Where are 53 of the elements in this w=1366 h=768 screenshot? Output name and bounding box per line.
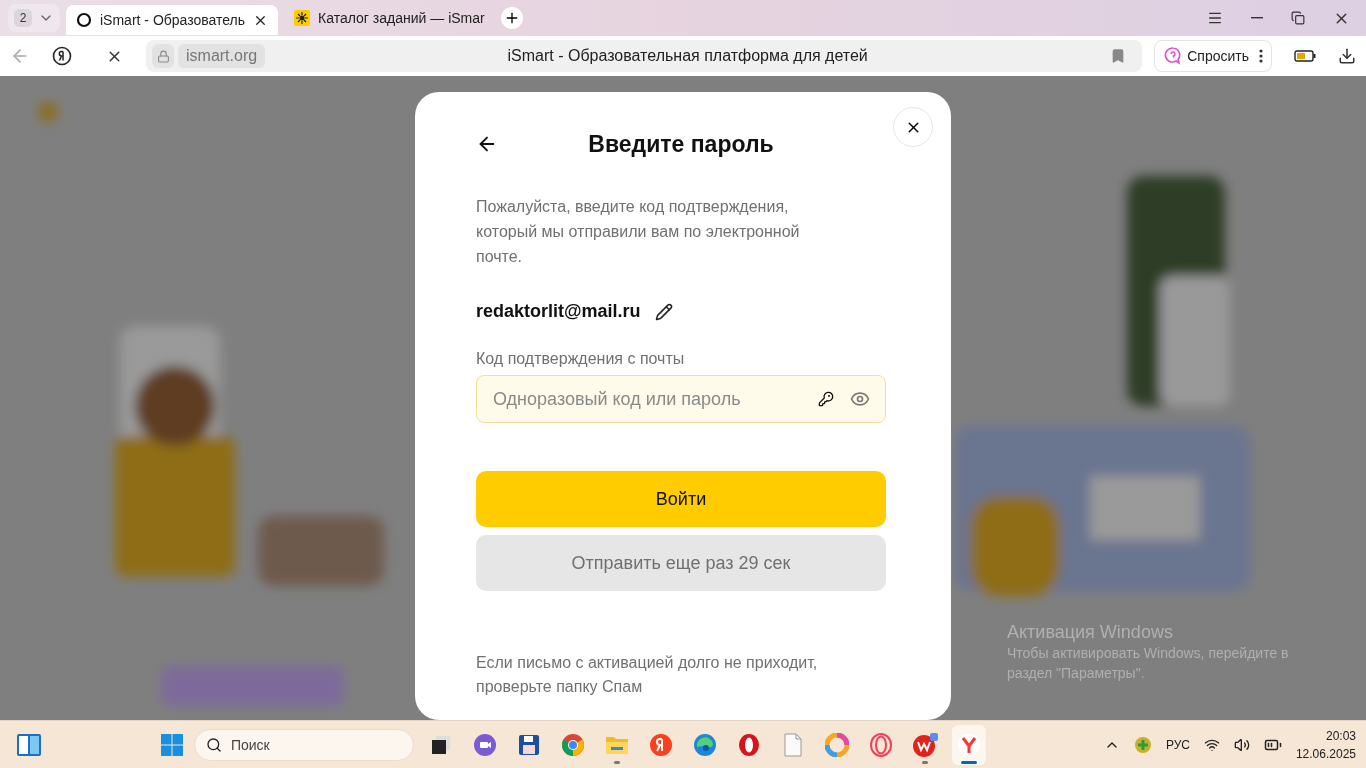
more-icon xyxy=(1259,49,1263,63)
lock-icon xyxy=(152,44,174,68)
yandex-icon xyxy=(648,732,673,757)
restore-button[interactable] xyxy=(1291,11,1305,25)
dialog-description: Пожалуйста, введите код подтверждения, который мы отправили вам по электронной почте. xyxy=(476,197,801,267)
document-icon xyxy=(782,732,803,757)
wps-office-icon xyxy=(911,732,938,757)
new-tab-button[interactable] xyxy=(500,7,523,29)
pencil-icon xyxy=(654,302,673,321)
sun-icon xyxy=(294,10,311,26)
code-field[interactable]: Одноразовый код или пароль xyxy=(476,375,886,423)
field-label: Код подтверждения с почты xyxy=(476,350,686,368)
more-button[interactable] xyxy=(1259,49,1263,63)
chrome-icon xyxy=(560,732,585,757)
menu-button[interactable] xyxy=(1207,10,1223,26)
page-title: iSmart - Образовательная платформа для детей xyxy=(506,47,869,65)
restore-icon xyxy=(1291,11,1305,25)
shield-icon[interactable] xyxy=(1133,735,1152,754)
battery-icon xyxy=(1294,50,1316,62)
start-icon[interactable] xyxy=(159,732,184,757)
address-host: ismart.org xyxy=(178,44,266,68)
clock[interactable]: 20:03 12.06.2025 xyxy=(1295,726,1356,763)
opera-icon xyxy=(736,732,761,757)
edge-icon xyxy=(692,732,717,757)
widgets-icon[interactable] xyxy=(16,732,42,757)
login-button[interactable]: Войти xyxy=(476,471,886,527)
menu-icon xyxy=(1207,10,1223,26)
photos-icon xyxy=(824,732,849,757)
taskbar-search[interactable]: Поиск xyxy=(193,728,414,761)
footer-note: Если письмо с активацией долго не приходит, проверьте папку Спам xyxy=(476,653,819,697)
language-indicator[interactable]: РУС xyxy=(1165,737,1190,752)
key-icon[interactable] xyxy=(818,391,834,407)
minimize-icon xyxy=(1251,17,1263,19)
email-address: redaktorlit@mail.ru xyxy=(476,301,641,322)
dialog-title: Введите пароль xyxy=(587,130,775,158)
search-icon xyxy=(205,736,222,753)
minimize-button[interactable] xyxy=(1251,17,1263,19)
tab-count: 2 xyxy=(14,9,32,27)
video-chat-icon xyxy=(472,732,497,757)
taskbar-app[interactable] xyxy=(951,724,986,765)
ring-icon xyxy=(76,12,92,28)
download-button[interactable] xyxy=(1338,47,1356,65)
close-button[interactable] xyxy=(893,107,933,147)
edit-button[interactable] xyxy=(654,302,673,321)
tab-counter[interactable]: 2 xyxy=(8,4,60,32)
browser-tab[interactable]: Каталог заданий — iSmar xyxy=(284,3,495,33)
eye-icon[interactable] xyxy=(850,389,870,409)
volume-icon[interactable] xyxy=(1233,736,1250,753)
yandex-browser-icon xyxy=(956,732,981,757)
opera-icon xyxy=(868,732,893,757)
address-bar[interactable]: ismart.org iSmart - Образовательная платформа для детей xyxy=(146,40,1143,72)
yandex-icon xyxy=(52,46,72,66)
browser-tab[interactable]: iSmart - Образователь xyxy=(66,5,279,35)
